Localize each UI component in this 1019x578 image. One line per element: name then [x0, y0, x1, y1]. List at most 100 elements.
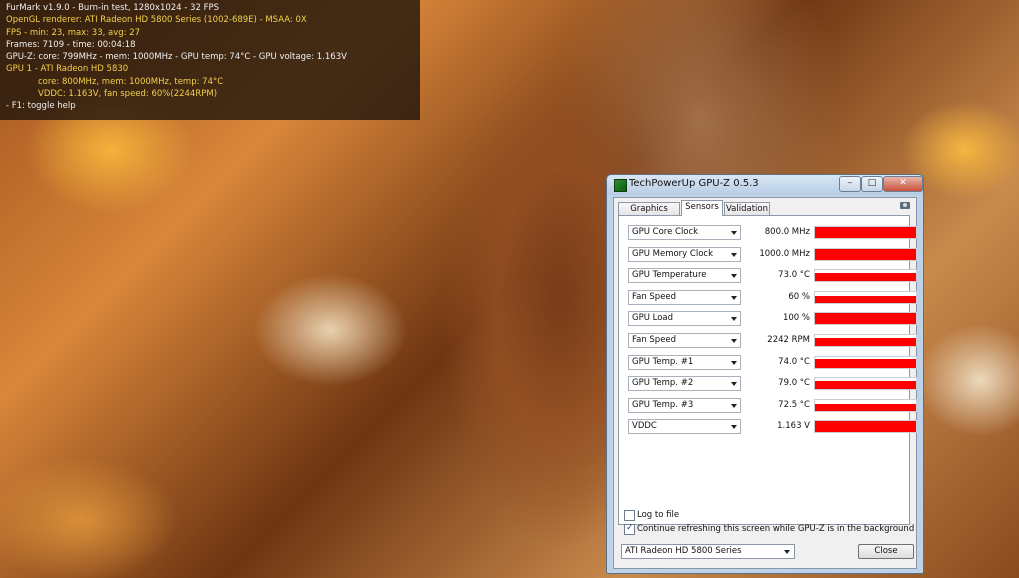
- sensor-value: 2242 RPM: [767, 335, 810, 345]
- sensor-graph-fill: [815, 403, 916, 411]
- sensor-name-label: GPU Load: [632, 313, 674, 324]
- furmark-renderer-line: OpenGL renderer: ATI Radeon HD 5800 Seri…: [6, 15, 307, 26]
- sensor-value: 73.0 °C: [778, 270, 810, 281]
- furmark-gpu-line: GPU 1 - ATI Radeon HD 5830: [6, 64, 129, 75]
- chevron-down-icon: [731, 382, 737, 387]
- sensor-name-label: GPU Temp. #2: [632, 378, 694, 389]
- furmark-fps-line: FPS - min: 23, max: 33, avg: 27: [6, 27, 141, 38]
- sensor-graph: [814, 420, 917, 434]
- sensor-row: GPU Core Clock 800.0 MHz: [628, 225, 917, 241]
- minimize-button[interactable]: –: [839, 176, 861, 192]
- sensor-graph-fill: [815, 338, 916, 346]
- sensor-value: 74.0 °C: [778, 356, 810, 367]
- title-bar[interactable]: TechPowerUp GPU-Z 0.5.3 – □ ✕: [607, 175, 923, 195]
- sensor-value: 60 %: [788, 291, 810, 302]
- furmark-gpuz-line: GPU-Z: core: 799MHz - mem: 1000MHz - GPU…: [6, 52, 347, 63]
- furmark-help-line: - F1: toggle help: [6, 101, 76, 112]
- close-button[interactable]: Close: [858, 544, 914, 559]
- sensor-graph-fill: [815, 272, 916, 282]
- camera-icon[interactable]: [900, 202, 910, 209]
- log-to-file-label: Log to file: [637, 510, 680, 520]
- chevron-down-icon: [731, 295, 737, 300]
- sensor-name-label: GPU Temp. #1: [632, 356, 694, 367]
- sensor-graph: [814, 334, 917, 347]
- checkmark-icon: ✓: [626, 523, 634, 533]
- sensor-row: GPU Temp. #2 79.0 °C: [628, 376, 917, 392]
- furmark-core-line: core: 800MHz, mem: 1000MHz, temp: 74°C: [38, 76, 224, 87]
- chevron-down-icon: [731, 231, 737, 235]
- sensor-graph-fill: [815, 296, 916, 303]
- window-title: TechPowerUp GPU-Z 0.5.3: [629, 178, 759, 189]
- sensor-name-dropdown[interactable]: GPU Memory Clock: [628, 246, 741, 262]
- sensor-graph-fill: [815, 313, 916, 325]
- chevron-down-icon: [731, 252, 737, 257]
- gpuz-window: TechPowerUp GPU-Z 0.5.3 – □ ✕ Graphics C…: [606, 174, 924, 574]
- sensor-value: 800.0 MHz: [764, 227, 810, 237]
- tab-validation[interactable]: Validation: [724, 202, 770, 216]
- close-window-button[interactable]: ✕: [883, 176, 923, 192]
- sensor-name-label: GPU Core Clock: [632, 227, 699, 237]
- sensor-name-dropdown[interactable]: GPU Temp. #1: [628, 354, 741, 370]
- sensor-value: 1.163 V: [777, 421, 810, 432]
- chevron-down-icon: [731, 274, 737, 279]
- sensor-row: GPU Temp. #3 72.5 °C: [628, 397, 917, 414]
- chevron-down-icon: [784, 550, 790, 554]
- continue-refresh-checkbox[interactable]: ✓: [624, 523, 635, 535]
- device-select-value: ATI Radeon HD 5800 Series: [625, 546, 742, 556]
- tab-sensors[interactable]: Sensors: [681, 200, 723, 216]
- sensor-name-dropdown[interactable]: Fan Speed: [628, 289, 741, 305]
- sensor-name-dropdown[interactable]: Fan Speed: [628, 333, 741, 348]
- chevron-down-icon: [731, 403, 737, 408]
- gpuz-app-icon: [614, 179, 627, 192]
- sensor-graph: [814, 226, 917, 239]
- sensor-graph-fill: [815, 248, 916, 260]
- sensor-name-dropdown[interactable]: GPU Temperature: [628, 268, 741, 284]
- sensor-graph: [814, 312, 917, 326]
- sensor-name-label: VDDC: [632, 421, 657, 432]
- sensor-name-label: Fan Speed: [632, 335, 677, 345]
- sensor-name-dropdown[interactable]: GPU Load: [628, 311, 741, 327]
- furmark-frames-line: Frames: 7109 - time: 00:04:18: [6, 39, 136, 50]
- sensor-graph: [814, 355, 917, 369]
- sensor-name-dropdown[interactable]: GPU Temp. #2: [628, 376, 741, 392]
- chevron-down-icon: [731, 360, 737, 365]
- sensor-name-label: GPU Temperature: [632, 270, 707, 281]
- sensor-value: 100 %: [782, 313, 810, 324]
- sensor-name-label: GPU Memory Clock: [632, 248, 713, 259]
- window-client-area: Graphics Card Sensors Validation GPU Cor…: [613, 197, 917, 569]
- tab-graphics-card[interactable]: Graphics Card: [618, 202, 680, 227]
- sensor-name-dropdown[interactable]: GPU Temp. #3: [628, 397, 741, 413]
- sensor-row: GPU Memory Clock 1000.0 MHz: [628, 246, 917, 263]
- sensor-name-dropdown[interactable]: VDDC: [628, 419, 741, 435]
- sensor-value: 72.5 °C: [778, 399, 810, 410]
- sensor-graph-fill: [815, 359, 916, 368]
- sensor-row: GPU Temperature 73.0 °C: [628, 268, 917, 284]
- sensor-graph: [814, 269, 917, 283]
- sensor-graph: [814, 290, 917, 304]
- sensor-row: Fan Speed 2242 RPM: [628, 333, 917, 349]
- sensor-row: GPU Load 100 %: [628, 311, 917, 327]
- sensor-row: VDDC 1.163 V: [628, 419, 917, 435]
- chevron-down-icon: [731, 339, 737, 343]
- device-select[interactable]: ATI Radeon HD 5800 Series: [621, 544, 795, 559]
- furmark-overlay: FurMark v1.9.0 - Burn-in test, 1280x1024…: [0, 0, 420, 120]
- sensor-graph-fill: [815, 227, 916, 238]
- chevron-down-icon: [731, 317, 737, 322]
- sensor-row: GPU Temp. #1 74.0 °C: [628, 354, 917, 371]
- sensors-panel: GPU Core Clock 800.0 MHz GPU Memory Clock 1…: [618, 215, 917, 525]
- continue-refresh-label: Continue refreshing this screen while GP…: [637, 524, 915, 534]
- furmark-vddc-line: VDDC: 1.163V, fan speed: 60%(2244RPM): [38, 89, 218, 100]
- sensor-value: 1000.0 MHz: [759, 248, 810, 259]
- log-to-file-checkbox[interactable]: [624, 510, 635, 521]
- furmark-title-line: FurMark v1.9.0 - Burn-in test, 1280x1024…: [6, 3, 219, 13]
- sensor-value: 79.0 °C: [778, 378, 810, 389]
- sensor-name-label: Fan Speed: [632, 291, 677, 302]
- maximize-button[interactable]: □: [861, 176, 883, 192]
- sensor-name-dropdown[interactable]: GPU Core Clock: [628, 225, 741, 240]
- sensor-name-label: GPU Temp. #3: [632, 399, 694, 410]
- sensor-graph-fill: [815, 381, 916, 390]
- sensor-graph-fill: [815, 421, 916, 433]
- sensor-row: Fan Speed 60 %: [628, 289, 917, 306]
- sensor-graph: [814, 398, 917, 412]
- chevron-down-icon: [731, 425, 737, 430]
